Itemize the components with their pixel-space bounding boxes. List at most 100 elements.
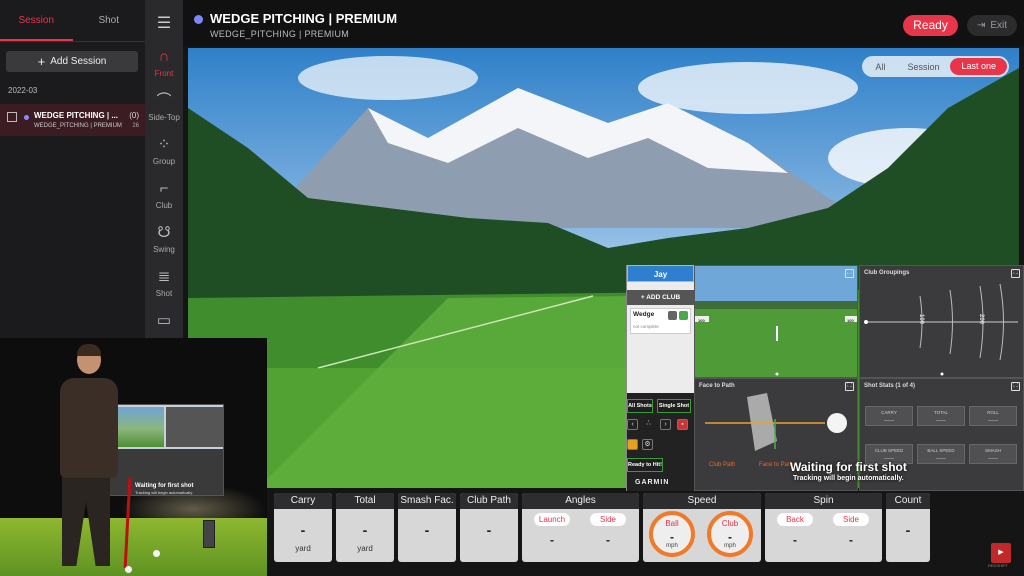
settings-icon[interactable]: ⚙ — [642, 439, 653, 450]
nav-item-front[interactable]: ∩ Front — [145, 46, 183, 78]
group-icon: ⁘ — [157, 136, 171, 153]
spin-label: Spin — [765, 493, 882, 509]
stat-label: BALL SPEED — [927, 448, 955, 453]
session-row[interactable]: WEDGE PITCHING | ... WEDGE_PITCHING | PR… — [0, 104, 145, 136]
add-session-button[interactable]: + Add Session — [6, 51, 138, 72]
edit-icon[interactable] — [668, 311, 677, 320]
session-dot-icon — [24, 115, 29, 120]
waiting-message: Waiting for first shot — [790, 460, 907, 474]
total-label: Total — [336, 493, 394, 509]
club-path-card: Club Path - — [460, 493, 518, 562]
total-card: Total - yard — [336, 493, 394, 562]
stat-carry: CARRY ----- — [865, 406, 913, 426]
expand-icon[interactable]: ⛶ — [845, 269, 854, 278]
nav-label: Side-Top — [148, 113, 180, 122]
ready-to-hit-button[interactable]: Ready to Hit! — [627, 458, 663, 472]
stat-total: TOTAL ----- — [917, 406, 965, 426]
prev-icon[interactable]: ‹ — [627, 419, 638, 430]
ball-label: Ball — [665, 519, 679, 528]
page-subtitle: WEDGE_PITCHING | PREMIUM — [210, 29, 350, 39]
session-checkbox[interactable] — [7, 112, 17, 122]
stat-label: TOTAL — [933, 410, 949, 415]
ready-button[interactable]: Ready — [903, 15, 958, 36]
front-trajectory-icon: ∩ — [158, 48, 170, 65]
swing-icon: ☋ — [157, 224, 171, 241]
count-label: Count — [886, 493, 930, 509]
status-dot-icon — [194, 15, 203, 24]
club-speed-gauge: Club - mph — [707, 511, 753, 557]
delete-icon[interactable]: ▪ — [677, 419, 688, 430]
golfer-body — [60, 378, 118, 478]
webcam-overlay: Waiting for first shot Tracking will beg… — [0, 338, 267, 576]
launch-value: - — [550, 533, 554, 547]
session-count: (0) — [129, 111, 139, 120]
stat-label: ROLL — [987, 410, 999, 415]
club-card[interactable]: Wedge not complete — [630, 308, 691, 334]
expand-icon[interactable]: ⛶ — [845, 382, 854, 391]
expand-icon[interactable]: ⛶ — [1011, 382, 1020, 391]
back-spin-label: Back — [777, 513, 813, 526]
nav-item-swing[interactable]: ☋ Swing — [145, 222, 183, 254]
stat-roll: ROLL ----- — [969, 406, 1017, 426]
exit-button[interactable]: ⇥ Exit — [967, 15, 1017, 36]
range-view-graphic — [695, 266, 857, 377]
smash-value: - — [424, 522, 430, 538]
filter-session[interactable]: Session — [896, 62, 950, 72]
all-shots-button[interactable]: All Shots — [627, 399, 653, 413]
nav-item-shot[interactable]: ≣ Shot — [145, 266, 183, 298]
club-path-card-label: Club Path — [460, 493, 518, 509]
monitor-in-video: Waiting for first shot Tracking will beg… — [104, 404, 224, 496]
single-shot-button[interactable]: Single Shot — [657, 399, 691, 413]
stat-label: CARRY — [881, 410, 897, 415]
filter-last-one[interactable]: Last one — [950, 58, 1007, 75]
session-title: WEDGE PITCHING | ... — [34, 111, 119, 120]
club-groupings-chart — [864, 283, 1018, 376]
smash-label: Smash Fac. — [398, 493, 456, 509]
side-spin-value: - — [849, 533, 853, 547]
stat-value: ----- — [988, 418, 998, 424]
user-name[interactable]: Jay — [627, 265, 694, 282]
carry-label: Carry — [274, 493, 332, 509]
tab-shot[interactable]: Shot — [73, 0, 146, 41]
count-card: Count - — [886, 493, 930, 562]
page-title: WEDGE PITCHING | PREMIUM — [210, 11, 398, 26]
filter-all[interactable]: All — [864, 62, 896, 72]
nav-item-more[interactable]: ▭ — [145, 310, 183, 332]
nav-item-side-top[interactable]: ⌒ Side-Top — [145, 90, 183, 122]
nav-label: Front — [154, 69, 174, 78]
angles-label: Angles — [522, 493, 639, 509]
monitor-waiting-sub: Tracking will begin automatically. — [135, 490, 194, 495]
stat-value: ----- — [988, 456, 998, 462]
speed-label: Speed — [643, 493, 761, 509]
garmin-club-panel: Jay + ADD CLUB Wedge not complete All Sh… — [626, 265, 695, 491]
speed-card: Speed Ball - mph Club - mph — [643, 493, 761, 562]
total-unit: yard — [357, 544, 373, 553]
expand-icon[interactable]: ⛶ — [1011, 269, 1020, 278]
golfer-hair — [77, 344, 101, 356]
nav-label: Swing — [153, 245, 175, 254]
next-icon[interactable]: › — [660, 419, 671, 430]
nav-item-group[interactable]: ⁘ Group — [145, 134, 183, 166]
stat-label: SMASH — [984, 448, 1001, 453]
club-name: Wedge — [633, 311, 655, 318]
app-window: Session Shot + Add Session 2022-03 WEDGE… — [0, 0, 1024, 576]
club-speed-unit: mph — [724, 543, 736, 549]
tab-session[interactable]: Session — [0, 0, 73, 41]
hamburger-menu-icon[interactable]: ☰ — [155, 16, 173, 32]
brand-logo-text: REDSHIFT — [988, 563, 1008, 568]
nav-item-club[interactable]: ⌐ Club — [145, 178, 183, 210]
carry-value: - — [300, 522, 306, 538]
shot-list-icon: ≣ — [157, 268, 171, 285]
club-path-label: Club Path — [709, 462, 736, 468]
shot-filter: All Session Last one — [862, 56, 1009, 77]
session-subtitle: WEDGE_PITCHING | PREMIUM — [34, 123, 122, 129]
club-groupings-title: Club Groupings — [864, 270, 910, 276]
range-view-panel: 100 100 ⛶ — [694, 265, 858, 378]
angles-card: Angles Launch Side - - — [522, 493, 639, 562]
side-top-icon: ⌒ — [156, 92, 172, 109]
ball-speed-unit: mph — [666, 543, 678, 549]
add-club-button[interactable]: + ADD CLUB — [627, 290, 694, 305]
club-status: not complete — [633, 324, 659, 329]
visibility-icon[interactable] — [679, 311, 688, 320]
brand-logo-icon: ▶ — [991, 543, 1011, 563]
